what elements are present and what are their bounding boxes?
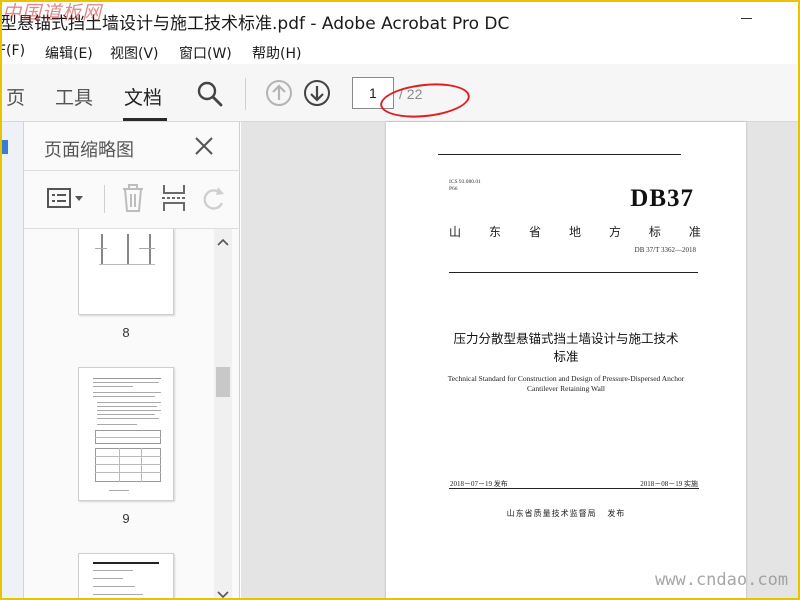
province-char: 省 (528, 225, 541, 239)
header-rule (438, 154, 681, 155)
thumbnail-page[interactable] (78, 367, 174, 501)
thumbnail-page-number: 9 (122, 511, 130, 526)
panel-title: 页面缩略图 (44, 140, 134, 161)
province-char: 山 (449, 225, 462, 239)
tab-document[interactable]: 文档 (124, 83, 162, 110)
menu-view[interactable]: 视图(V) (110, 43, 159, 63)
scroll-down-icon[interactable] (217, 591, 229, 599)
issuer: 山东省质量技术监督局 发布 (386, 508, 746, 519)
watermark-logo-top: 中国道板网 (2, 2, 103, 24)
thumbnail-toolbar (24, 171, 240, 228)
chinese-title-line: 压力分散型悬锚式挡土墙设计与施工技术 (453, 331, 679, 346)
next-page-icon[interactable] (303, 79, 331, 107)
thumbnail-scrollbar[interactable] (214, 229, 232, 600)
province-char: 地 (568, 225, 581, 239)
province-char: 准 (688, 225, 701, 239)
options-menu-icon[interactable] (46, 187, 86, 211)
province-char: 标 (648, 225, 661, 239)
province-char: 东 (488, 225, 501, 239)
thumbnail-table (95, 448, 161, 482)
active-tab-indicator (123, 118, 167, 121)
minimize-button[interactable] (741, 18, 752, 19)
search-icon[interactable] (196, 80, 224, 108)
footer-rule (449, 488, 699, 489)
insert-page-icon[interactable] (160, 183, 188, 213)
thumbnail-page-number: 8 (122, 325, 130, 340)
navigation-rail (0, 122, 24, 600)
title-rule (449, 272, 698, 273)
title-bar: 中国道板网 型悬锚式挡土墙设计与施工技术标准.pdf - Adobe Acrob… (0, 0, 800, 38)
thumbnails-nav-icon[interactable] (0, 140, 10, 154)
toolbar-separator (245, 78, 246, 110)
tool-separator (104, 185, 105, 213)
thumbnail-list: 8 9 (24, 229, 214, 600)
tab-tools[interactable]: 工具 (55, 83, 93, 110)
chinese-title: 压力分散型悬锚式挡土墙设计与施工技术 标准 (436, 330, 696, 366)
rotate-icon[interactable] (200, 185, 226, 213)
tab-home[interactable]: 页 (6, 83, 25, 110)
english-title: Technical Standard for Construction and … (436, 374, 696, 394)
thumbnail-page[interactable] (78, 229, 174, 315)
previous-page-icon[interactable] (265, 79, 293, 107)
province-standard: 山 东 省 地 方 标 准 (449, 223, 701, 240)
trash-icon[interactable] (120, 183, 146, 213)
menu-help[interactable]: 帮助(H) (252, 43, 301, 63)
ics-code: ICS 93.080.01 (449, 179, 481, 185)
menu-file[interactable]: F(F) (0, 43, 25, 59)
issuer-name: 山东省质量技术监督局 (506, 509, 597, 518)
pdf-page: ICS 93.080.01 P66 DB37 山 东 省 地 方 标 准 DB … (386, 122, 746, 600)
menu-window[interactable]: 窗口(W) (179, 43, 232, 63)
issue-word: 发布 (607, 509, 626, 518)
thumbnail-page[interactable] (78, 553, 174, 600)
menu-edit[interactable]: 编辑(E) (45, 43, 93, 63)
english-title-line: Technical Standard for Construction and … (447, 374, 685, 383)
db-code: DB37 (630, 185, 694, 212)
standard-number: DB 37/T 3362—2018 (634, 246, 696, 254)
watermark-url: www.cndao.com (655, 570, 789, 590)
page-thumbnails-panel: 页面缩略图 8 9 (24, 122, 240, 600)
chinese-title-line: 标准 (553, 349, 579, 364)
classification-code: P66 (449, 186, 458, 192)
document-viewport[interactable]: ICS 93.080.01 P66 DB37 山 东 省 地 方 标 准 DB … (241, 122, 800, 600)
scroll-up-icon[interactable] (217, 237, 229, 247)
province-char: 方 (608, 225, 621, 239)
menu-bar: F(F) 编辑(E) 视图(V) 窗口(W) 帮助(H) (0, 38, 800, 64)
close-icon[interactable] (192, 134, 216, 158)
english-title-line: Cantilever Retaining Wall (527, 384, 605, 393)
scrollbar-thumb[interactable] (216, 367, 230, 397)
